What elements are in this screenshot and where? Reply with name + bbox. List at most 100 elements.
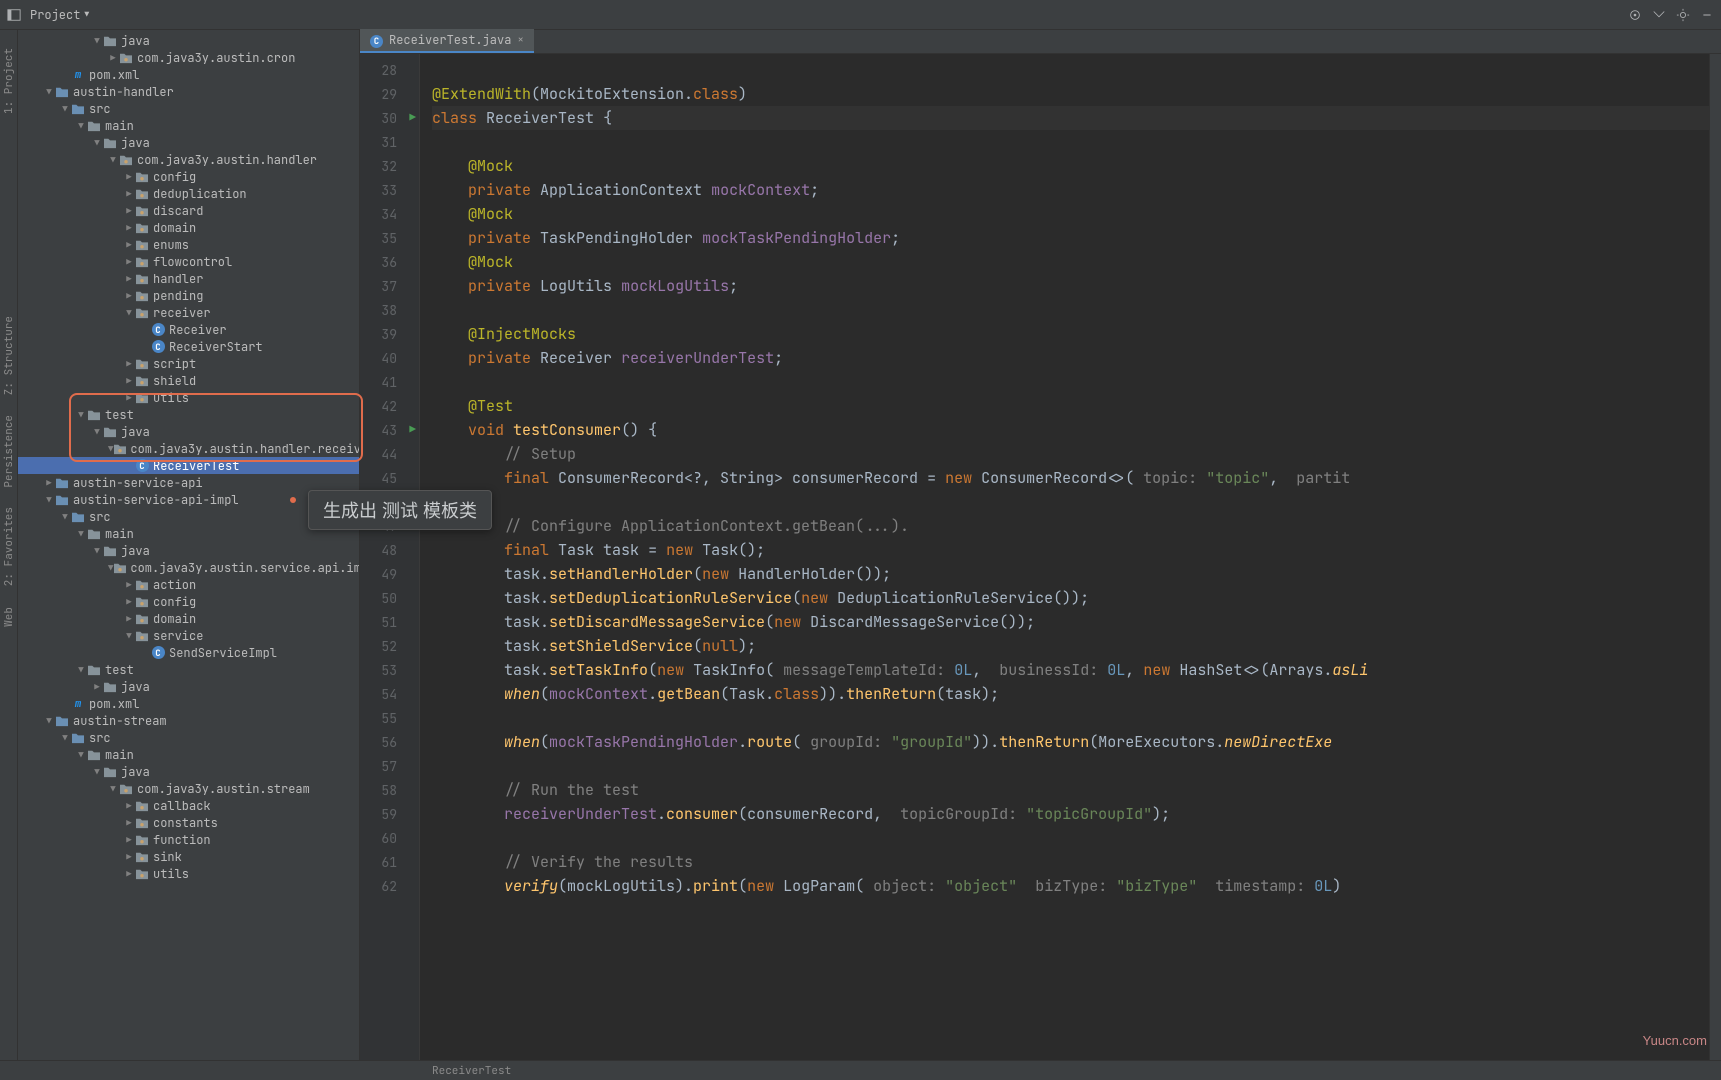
gutter-line[interactable]: 32 (360, 154, 419, 178)
gutter-line[interactable]: 49 (360, 562, 419, 586)
tree-row[interactable]: com.java3y.austin.handler (18, 151, 359, 168)
project-dropdown[interactable]: Project ▼ (30, 7, 89, 23)
sidebar-tab-project[interactable]: 1: Project (2, 48, 16, 114)
tree-arrow-icon[interactable] (108, 783, 118, 795)
tree-row[interactable]: discard (18, 202, 359, 219)
tree-arrow-icon[interactable] (76, 664, 86, 676)
tree-row[interactable]: austin-handler (18, 83, 359, 100)
tree-row[interactable]: src (18, 100, 359, 117)
tree-row[interactable]: CReceiverStart (18, 338, 359, 355)
code-line[interactable]: task.setShieldService(null); (432, 634, 1709, 658)
code-line[interactable]: private LogUtils mockLogUtils; (432, 274, 1709, 298)
tree-arrow-icon[interactable] (124, 630, 134, 642)
sidebar-tab-structure[interactable]: Z: Structure (2, 316, 16, 395)
tree-arrow-icon[interactable] (124, 171, 134, 183)
tree-arrow-icon[interactable] (76, 528, 86, 540)
target-icon[interactable] (1627, 7, 1643, 23)
tree-row[interactable]: java (18, 134, 359, 151)
code-line[interactable]: final ConsumerRecord<?, String> consumer… (432, 466, 1709, 490)
tree-row[interactable]: sink (18, 848, 359, 865)
code-line[interactable]: @ExtendWith(MockitoExtension.class) (432, 82, 1709, 106)
tree-arrow-icon[interactable] (60, 103, 70, 115)
tree-arrow-icon[interactable] (44, 494, 54, 506)
tree-arrow-icon[interactable] (60, 511, 70, 523)
tree-row[interactable]: java (18, 32, 359, 49)
tree-arrow-icon[interactable] (124, 188, 134, 200)
gutter-line[interactable]: 55 (360, 706, 419, 730)
gutter-line[interactable]: 30▶ (360, 106, 419, 130)
tree-row[interactable]: java (18, 678, 359, 695)
code-line[interactable]: // Run the test (432, 778, 1709, 802)
gutter-line[interactable]: 59 (360, 802, 419, 826)
tree-arrow-icon[interactable] (124, 375, 134, 387)
code-line[interactable]: @InjectMocks (432, 322, 1709, 346)
tree-row[interactable]: src (18, 729, 359, 746)
tree-row[interactable]: mpom.xml (18, 66, 359, 83)
tree-row[interactable]: utils (18, 865, 359, 882)
code-line[interactable]: @Mock (432, 202, 1709, 226)
tree-row[interactable]: service (18, 627, 359, 644)
code-line[interactable]: @Mock (432, 250, 1709, 274)
code-line[interactable]: // Setup (432, 442, 1709, 466)
tree-row[interactable]: pending (18, 287, 359, 304)
tree-row[interactable]: domain (18, 219, 359, 236)
code-line[interactable] (432, 58, 1709, 82)
gutter-line[interactable]: 41 (360, 370, 419, 394)
code-line[interactable] (432, 370, 1709, 394)
gutter-line[interactable]: 38 (360, 298, 419, 322)
gutter-line[interactable]: 39 (360, 322, 419, 346)
tree-row[interactable]: domain (18, 610, 359, 627)
code-line[interactable]: task.setHandlerHolder(new HandlerHolder(… (432, 562, 1709, 586)
tree-arrow-icon[interactable] (92, 681, 102, 693)
tree-arrow-icon[interactable] (124, 392, 134, 404)
tree-arrow-icon[interactable] (124, 205, 134, 217)
tree-arrow-icon[interactable] (44, 715, 54, 727)
tree-row[interactable]: function (18, 831, 359, 848)
tree-row[interactable]: main (18, 746, 359, 763)
tree-row[interactable]: action (18, 576, 359, 593)
gutter-line[interactable]: 52 (360, 634, 419, 658)
gutter-line[interactable]: 51 (360, 610, 419, 634)
gutter-line[interactable]: 33 (360, 178, 419, 202)
project-view-icon[interactable] (6, 7, 22, 23)
code-line[interactable]: private TaskPendingHolder mockTaskPendin… (432, 226, 1709, 250)
code-line[interactable] (432, 706, 1709, 730)
breadcrumb[interactable]: ReceiverTest (432, 1064, 511, 1078)
tree-row[interactable]: com.java3y.austin.cron (18, 49, 359, 66)
run-icon[interactable]: ▶ (409, 423, 416, 437)
tree-row[interactable]: mpom.xml (18, 695, 359, 712)
tree-arrow-icon[interactable] (92, 35, 102, 47)
run-icon[interactable]: ▶ (409, 111, 416, 125)
tree-arrow-icon[interactable] (124, 868, 134, 880)
code-line[interactable] (432, 754, 1709, 778)
tree-arrow-icon[interactable] (92, 766, 102, 778)
tree-arrow-icon[interactable] (76, 409, 86, 421)
tree-row[interactable]: main (18, 117, 359, 134)
tree-arrow-icon[interactable] (124, 222, 134, 234)
minimize-icon[interactable]: — (1699, 7, 1715, 23)
gutter-line[interactable]: 36 (360, 250, 419, 274)
code-line[interactable]: task.setDeduplicationRuleService(new Ded… (432, 586, 1709, 610)
tree-row[interactable]: com.java3y.austin.stream (18, 780, 359, 797)
tree-row[interactable]: script (18, 355, 359, 372)
gutter-line[interactable]: 54 (360, 682, 419, 706)
tree-row[interactable]: deduplication (18, 185, 359, 202)
code-line[interactable]: // Verify the results (432, 850, 1709, 874)
code-line[interactable]: private ApplicationContext mockContext; (432, 178, 1709, 202)
code-line[interactable] (432, 130, 1709, 154)
gutter-line[interactable]: 48 (360, 538, 419, 562)
tree-row[interactable]: shield (18, 372, 359, 389)
code-line[interactable] (432, 826, 1709, 850)
gutter-line[interactable]: 28 (360, 58, 419, 82)
tree-arrow-icon[interactable] (92, 426, 102, 438)
gutter-line[interactable]: 44 (360, 442, 419, 466)
tree-row[interactable]: enums (18, 236, 359, 253)
tree-row[interactable]: CSendServiceImpl (18, 644, 359, 661)
gutter-line[interactable]: 60 (360, 826, 419, 850)
gutter-line[interactable]: 62 (360, 874, 419, 898)
code-line[interactable]: // Configure ApplicationContext.getBean(… (432, 514, 1709, 538)
project-tree[interactable]: javacom.java3y.austin.cronmpom.xmlaustin… (18, 30, 360, 1060)
tree-arrow-icon[interactable] (76, 749, 86, 761)
code-line[interactable]: @Test (432, 394, 1709, 418)
gutter-line[interactable]: 31 (360, 130, 419, 154)
